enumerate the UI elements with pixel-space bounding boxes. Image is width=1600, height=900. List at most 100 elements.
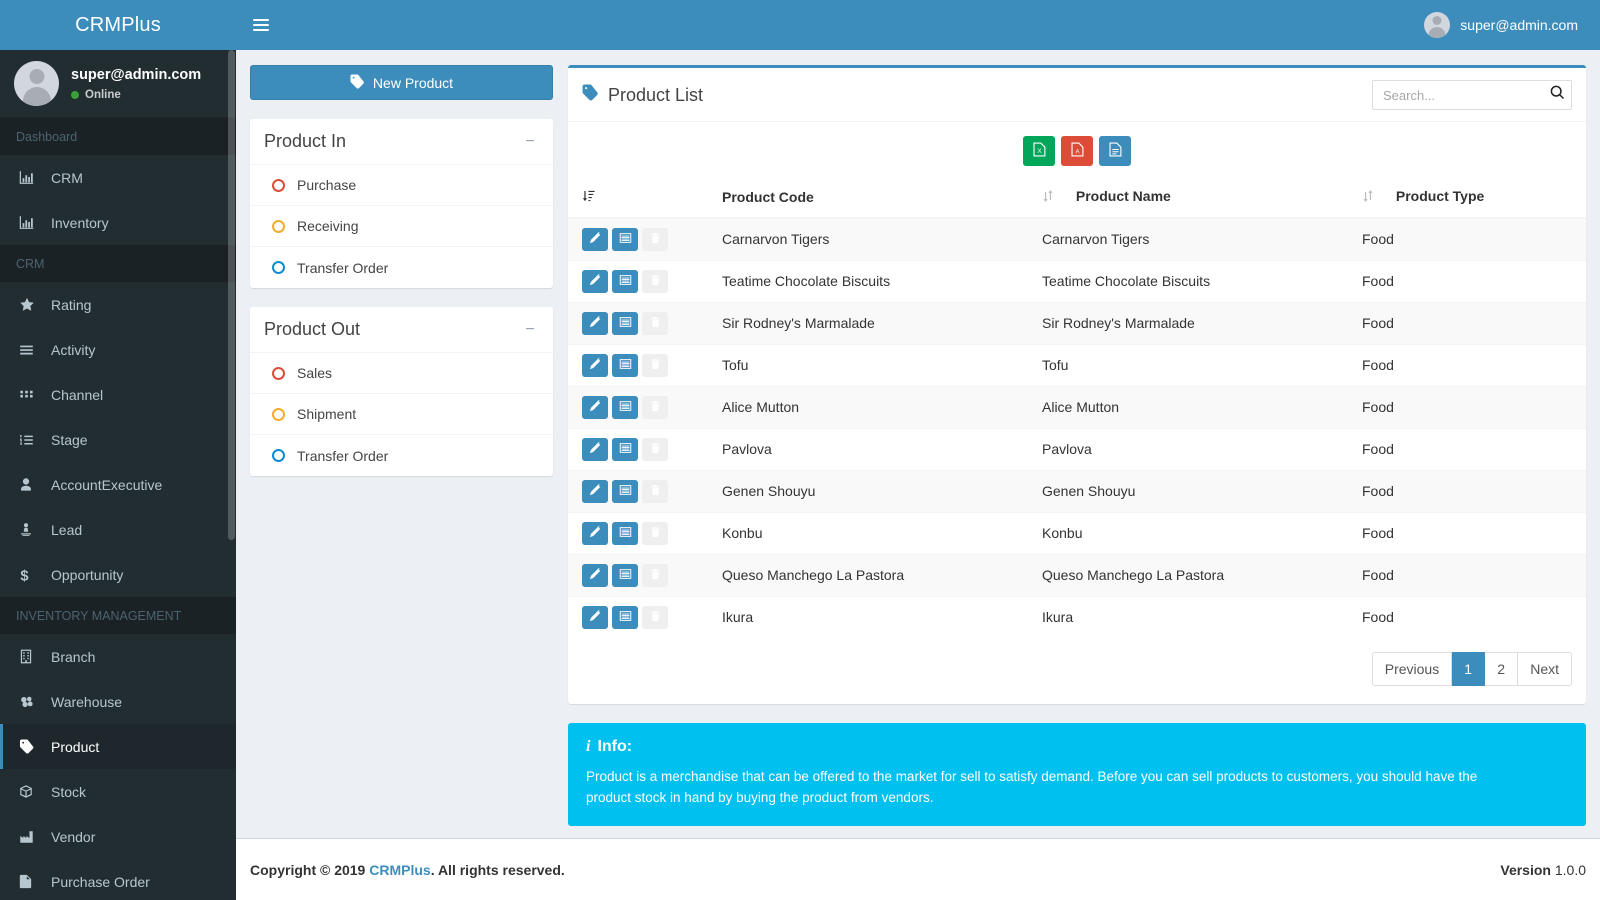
list-item-label: Transfer Order [297, 447, 389, 464]
sort-icon [1042, 189, 1058, 206]
sidebar-item-branch[interactable]: Branch [0, 634, 236, 679]
topbar-user-menu[interactable]: super@admin.com [1424, 12, 1600, 38]
sidebar-item-vendor[interactable]: Vendor [0, 814, 236, 859]
detail-row-button[interactable] [612, 605, 638, 629]
pagination-previous[interactable]: Previous [1371, 651, 1453, 686]
sidebar-item-lead[interactable]: Lead [0, 507, 236, 552]
detail-row-button[interactable] [612, 227, 638, 251]
sidebar-item-purchase-order[interactable]: Purchase Order [0, 859, 236, 900]
search-input[interactable] [1372, 80, 1572, 110]
list-item[interactable]: Transfer Order [250, 435, 553, 476]
delete-row-button[interactable] [642, 563, 668, 587]
edit-row-button[interactable] [582, 479, 608, 503]
detail-row-button[interactable] [612, 479, 638, 503]
sidebar-item-inventory[interactable]: Inventory [0, 200, 236, 245]
edit-row-button[interactable] [582, 521, 608, 545]
user-icon [19, 477, 41, 492]
hamburger-icon[interactable] [236, 0, 286, 50]
cell-product-type: Food [1354, 301, 1586, 345]
sidebar-scrollbar[interactable] [228, 50, 235, 540]
file-icon [19, 874, 41, 889]
sidebar-item-activity[interactable]: Activity [0, 327, 236, 372]
edit-row-button[interactable] [582, 311, 608, 335]
pencil-icon [589, 273, 601, 289]
status-ring-icon [272, 219, 285, 233]
edit-row-button[interactable] [582, 227, 608, 251]
new-product-button[interactable]: New Product [250, 65, 553, 100]
ordered-list-icon [19, 433, 41, 447]
table-row: Ikura Ikura Food [568, 595, 1586, 638]
list-item-label: Purchase [297, 177, 357, 193]
pagination-next[interactable]: Next [1518, 651, 1572, 686]
cell-product-name: Tofu [1034, 343, 1354, 387]
column-header-product-name[interactable]: Product Name [1034, 178, 1354, 219]
row-actions-cell [568, 469, 714, 513]
minus-icon[interactable]: − [521, 321, 539, 338]
detail-row-button[interactable] [612, 437, 638, 461]
edit-row-button[interactable] [582, 563, 608, 587]
delete-row-button[interactable] [642, 521, 668, 545]
delete-row-button[interactable] [642, 227, 668, 251]
edit-row-button[interactable] [582, 353, 608, 377]
sidebar-item-rating[interactable]: Rating [0, 282, 236, 327]
panel-list: Purchase Receiving Transfer Order [250, 165, 553, 288]
edit-row-button[interactable] [582, 437, 608, 461]
sidebar-user-panel[interactable]: super@admin.com Online [0, 50, 236, 118]
edit-row-button[interactable] [582, 605, 608, 629]
trash-icon [650, 358, 661, 373]
table-row: Alice Mutton Alice Mutton Food [568, 385, 1586, 429]
sidebar-item-label: Activity [51, 341, 96, 358]
table-row: Konbu Konbu Food [568, 511, 1586, 555]
sidebar-item-stage[interactable]: Stage [0, 417, 236, 462]
delete-row-button[interactable] [642, 269, 668, 293]
list-item[interactable]: Transfer Order [250, 247, 553, 288]
minus-icon[interactable]: − [521, 133, 539, 150]
list-item[interactable]: Receiving [250, 206, 553, 247]
column-header-product-code[interactable]: Product Code [714, 178, 1034, 219]
detail-row-button[interactable] [612, 563, 638, 587]
cell-product-type: Food [1354, 553, 1586, 597]
sidebar-item-product[interactable]: Product [0, 724, 236, 769]
list-item[interactable]: Shipment [250, 394, 553, 435]
online-status-dot [71, 91, 79, 100]
footer-brand-link[interactable]: CRMPlus [369, 862, 430, 878]
delete-row-button[interactable] [642, 395, 668, 419]
sidebar-user-status-label: Online [85, 89, 121, 102]
status-ring-icon [272, 407, 285, 421]
list-item[interactable]: Sales [250, 353, 553, 394]
export-excel-button[interactable]: X [1023, 136, 1055, 166]
sidebar-section-header: CRM [0, 245, 236, 282]
sidebar-item-accountexecutive[interactable]: AccountExecutive [0, 462, 236, 507]
list-item-label: Shipment [297, 406, 357, 422]
sidebar-item-label: Stage [51, 431, 88, 448]
export-pdf-button[interactable]: A [1061, 136, 1093, 166]
sidebar-item-channel[interactable]: Channel [0, 372, 236, 417]
delete-row-button[interactable] [642, 353, 668, 377]
row-actions-cell [568, 427, 714, 471]
table-row: Teatime Chocolate Biscuits Teatime Chocol… [568, 259, 1586, 303]
detail-row-button[interactable] [612, 395, 638, 419]
detail-row-button[interactable] [612, 521, 638, 545]
column-header-product-type[interactable]: Product Type [1354, 178, 1586, 219]
pagination-page-1[interactable]: 1 [1452, 651, 1486, 686]
delete-row-button[interactable] [642, 479, 668, 503]
export-doc-button[interactable] [1099, 136, 1131, 166]
sidebar-item-opportunity[interactable]: $ Opportunity [0, 552, 236, 597]
sidebar-item-warehouse[interactable]: Warehouse [0, 679, 236, 724]
detail-row-button[interactable] [612, 311, 638, 335]
delete-row-button[interactable] [642, 311, 668, 335]
brand-logo[interactable]: CRMPlus [0, 0, 236, 50]
panel-header: Product Out − [250, 307, 553, 353]
column-header-actions[interactable] [568, 178, 714, 219]
edit-row-button[interactable] [582, 269, 608, 293]
bar-chart-icon [19, 215, 41, 230]
detail-row-button[interactable] [612, 353, 638, 377]
pagination-page-2[interactable]: 2 [1485, 651, 1519, 686]
delete-row-button[interactable] [642, 605, 668, 629]
edit-row-button[interactable] [582, 395, 608, 419]
sidebar-item-crm[interactable]: CRM [0, 155, 236, 200]
delete-row-button[interactable] [642, 437, 668, 461]
detail-row-button[interactable] [612, 269, 638, 293]
sidebar-item-stock[interactable]: Stock [0, 769, 236, 814]
list-item[interactable]: Purchase [250, 165, 553, 206]
